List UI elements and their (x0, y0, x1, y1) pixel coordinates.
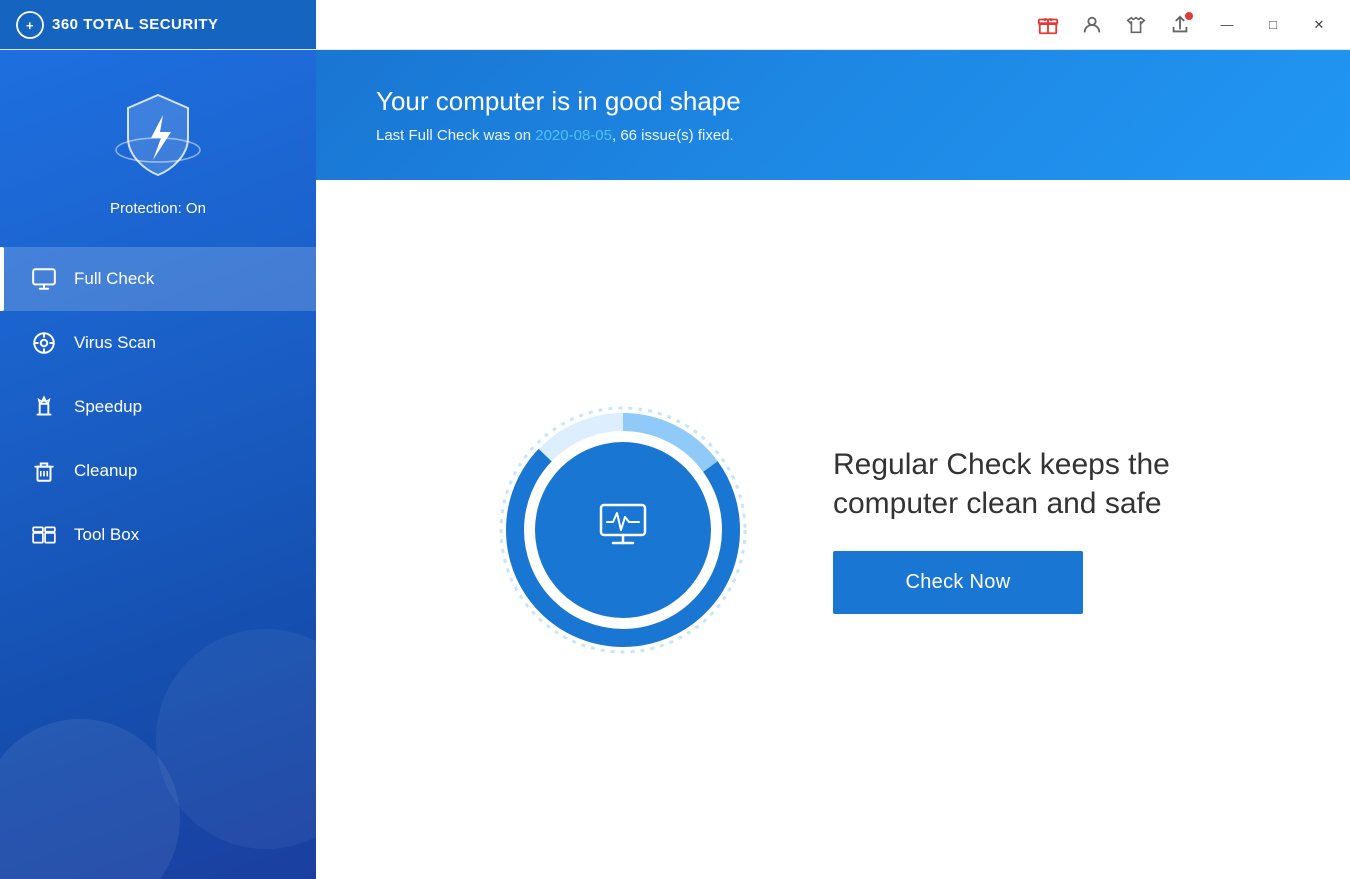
donut-chart (493, 400, 753, 660)
app-title: 360 TOTAL SECURITY (52, 16, 219, 33)
titlebar-actions: — □ ✕ (1028, 5, 1350, 45)
account-button[interactable] (1072, 5, 1112, 45)
shield-icon (103, 80, 213, 190)
sidebar-item-full-check[interactable]: Full Check (0, 247, 316, 311)
subtitle-prefix: Last Full Check was on (376, 127, 535, 144)
upload-icon (1169, 14, 1191, 36)
sidebar: Protection: On Full Check (0, 50, 316, 879)
upload-button[interactable] (1160, 5, 1200, 45)
window-controls: — □ ✕ (1204, 5, 1342, 45)
app-logo: + 360 TOTAL SECURITY (16, 11, 219, 39)
close-button[interactable]: ✕ (1296, 5, 1342, 45)
user-icon (1081, 14, 1103, 36)
gift-icon (1037, 14, 1059, 36)
last-check-date: 2020-08-05 (535, 127, 612, 144)
nav-label-cleanup: Cleanup (74, 461, 137, 481)
shirt-icon (1125, 14, 1147, 36)
cleanup-icon (30, 457, 58, 485)
check-now-button[interactable]: Check Now (833, 551, 1083, 614)
monitor-icon (30, 265, 58, 293)
virus-scan-icon (30, 329, 58, 357)
nav-list: Full Check Virus Scan (0, 247, 316, 879)
status-banner: Your computer is in good shape Last Full… (316, 50, 1350, 180)
nav-label-full-check: Full Check (74, 269, 154, 289)
status-title: Your computer is in good shape (376, 86, 1300, 117)
nav-label-toolbox: Tool Box (74, 525, 139, 545)
nav-label-virus-scan: Virus Scan (74, 333, 156, 353)
content-body: Regular Check keeps the computer clean a… (316, 180, 1350, 879)
titlebar-brand: + 360 TOTAL SECURITY (0, 0, 316, 49)
main-container: Protection: On Full Check (0, 50, 1350, 879)
status-subtitle: Last Full Check was on 2020-08-05, 66 is… (376, 127, 1300, 144)
gift-button[interactable] (1028, 5, 1068, 45)
sidebar-item-virus-scan[interactable]: Virus Scan (0, 311, 316, 375)
logo-icon: + (16, 11, 44, 39)
shield-area: Protection: On (103, 50, 213, 237)
nav-label-speedup: Speedup (74, 397, 142, 417)
center-monitor-icon (595, 497, 651, 563)
content-area: Your computer is in good shape Last Full… (316, 50, 1350, 879)
svg-text:+: + (26, 18, 34, 33)
sidebar-item-cleanup[interactable]: Cleanup (0, 439, 316, 503)
check-title: Regular Check keeps the computer clean a… (833, 445, 1173, 523)
sidebar-item-toolbox[interactable]: Tool Box (0, 503, 316, 567)
sidebar-item-speedup[interactable]: Speedup (0, 375, 316, 439)
subtitle-suffix: , 66 issue(s) fixed. (612, 127, 734, 144)
maximize-button[interactable]: □ (1250, 5, 1296, 45)
protection-status: Protection: On (110, 200, 206, 217)
speedup-icon (30, 393, 58, 421)
titlebar: + 360 TOTAL SECURITY (0, 0, 1350, 50)
skin-button[interactable] (1116, 5, 1156, 45)
minimize-button[interactable]: — (1204, 5, 1250, 45)
toolbox-icon (30, 521, 58, 549)
check-panel: Regular Check keeps the computer clean a… (833, 445, 1173, 614)
